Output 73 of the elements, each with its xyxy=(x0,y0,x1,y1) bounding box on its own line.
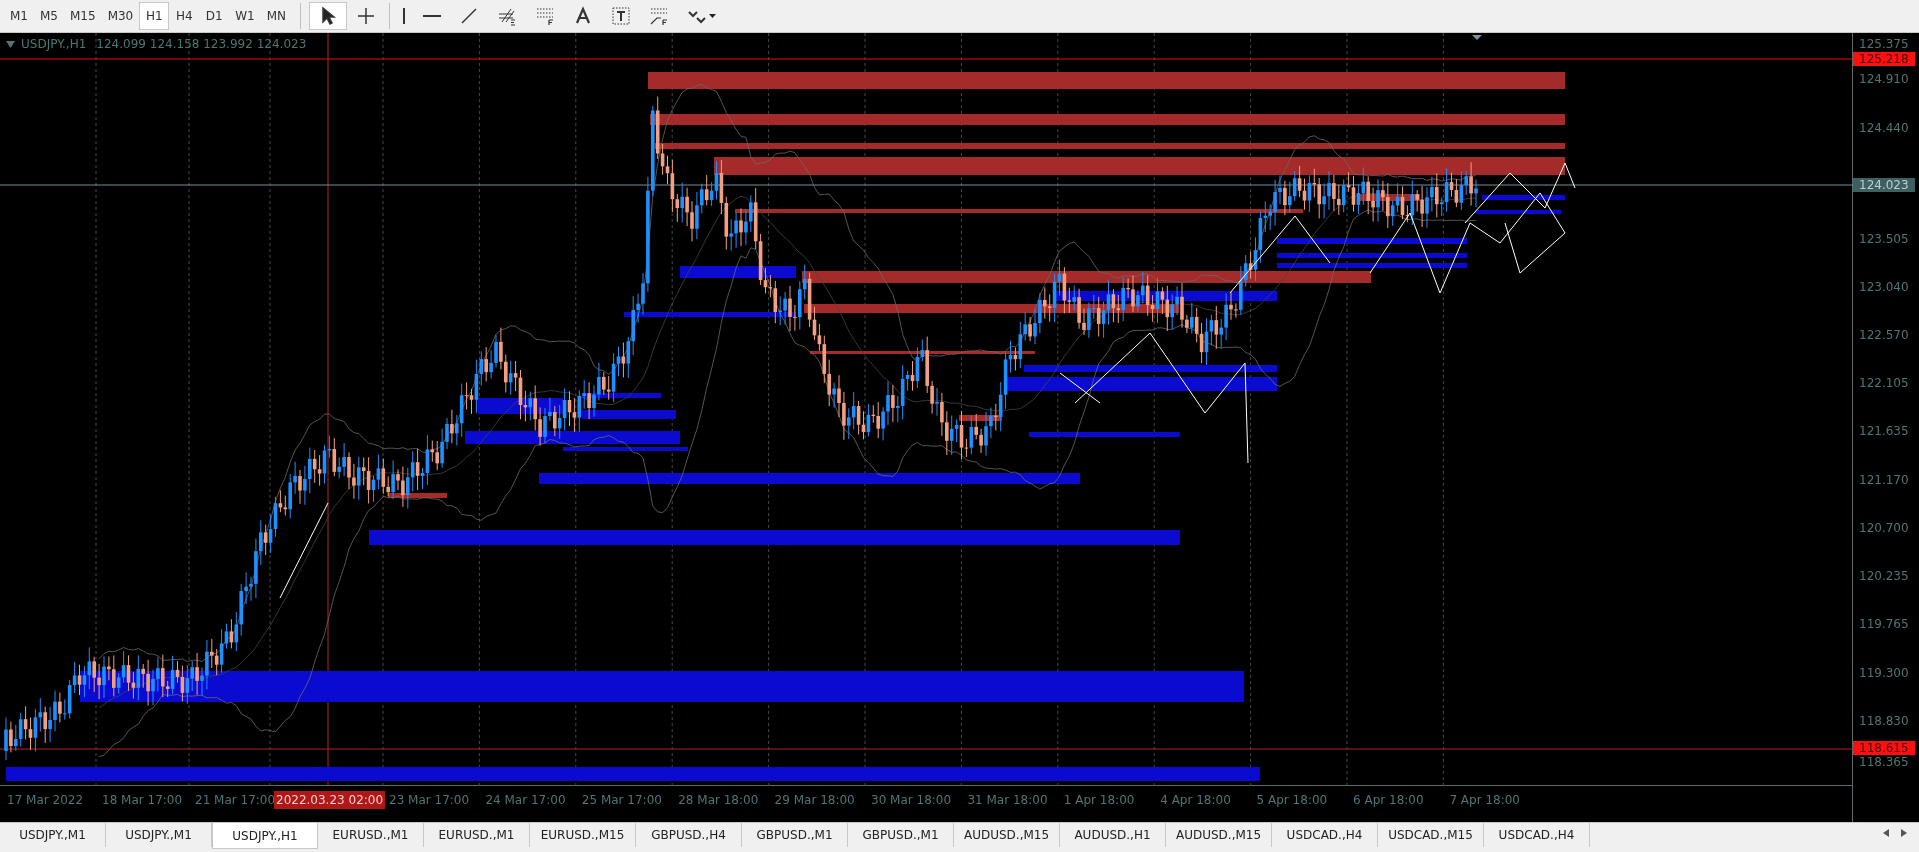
chart-tab[interactable]: EURUSD.,M1 xyxy=(318,823,424,847)
chart-tab[interactable]: GBPUSD.,M1 xyxy=(742,823,848,847)
timeframe-button[interactable]: H4 xyxy=(169,2,200,30)
chart-tab[interactable]: EURUSD.,M1 xyxy=(424,823,530,847)
timeframe-button[interactable]: M15 xyxy=(64,2,102,30)
chart-tab[interactable]: USDJPY.,H1 xyxy=(212,823,318,849)
price-axis-label: 122.570 xyxy=(1859,329,1909,341)
tool-button[interactable] xyxy=(309,2,348,30)
time-axis-label: 6 Apr 18:00 xyxy=(1352,792,1425,809)
horizontal-line-icon xyxy=(423,15,442,17)
time-axis-label: 23 Mar 17:00 xyxy=(388,792,471,809)
price-axis-label: 122.105 xyxy=(1859,377,1909,389)
collapse-triangle-icon[interactable] xyxy=(6,40,15,48)
timeframe-button[interactable]: W1 xyxy=(229,2,261,30)
timeframe-button[interactable]: M30 xyxy=(101,2,140,30)
time-axis-label: 2022.03.23 02:00 xyxy=(274,791,386,809)
text-label-icon xyxy=(611,6,632,26)
chart-tab[interactable]: AUDUSD.,H1 xyxy=(1060,823,1166,847)
price-axis-label: 121.170 xyxy=(1859,474,1909,486)
chart-tab[interactable]: AUDUSD.,M15 xyxy=(1166,823,1272,847)
fibonacci-levels-icon xyxy=(535,6,556,26)
price-axis-label: 125.375 xyxy=(1859,38,1909,50)
chart-tab[interactable]: USDCAD.,M15 xyxy=(1378,823,1484,847)
price-axis-label: 118.830 xyxy=(1859,715,1909,727)
fibonacci-channel-icon xyxy=(497,6,518,26)
price-axis-label: 124.440 xyxy=(1859,121,1909,134)
price-axis-label: 119.765 xyxy=(1859,618,1909,630)
time-axis-label: 31 Mar 18:00 xyxy=(966,792,1049,809)
price-axis-label: 121.635 xyxy=(1859,425,1909,437)
time-axis-label: 7 Apr 18:00 xyxy=(1448,792,1521,809)
symbol-label: USDJPY.,H1 xyxy=(21,36,87,53)
trendline-icon xyxy=(459,6,480,26)
price-axis-label: 120.700 xyxy=(1859,522,1909,534)
timeframe-button[interactable]: D1 xyxy=(199,2,230,30)
time-axis-label: 29 Mar 18:00 xyxy=(773,792,856,809)
time-axis-label: 1 Apr 18:00 xyxy=(1062,792,1136,809)
chart-tab[interactable]: USDJPY.,M1 xyxy=(0,823,106,847)
chart-tab[interactable]: USDCAD.,H4 xyxy=(1484,823,1590,847)
price-marker: 118.615 xyxy=(1853,741,1915,755)
time-axis-label: 24 Mar 17:00 xyxy=(484,792,567,809)
time-axis-label: 4 Apr 18:00 xyxy=(1159,792,1232,809)
fibonacci-fan-icon xyxy=(649,6,670,26)
time-axis-label: 28 Mar 18:00 xyxy=(677,792,760,809)
chart-tab[interactable]: EURUSD.,M15 xyxy=(530,823,636,847)
price-axis-label: 118.365 xyxy=(1859,756,1909,768)
scroll-left-icon[interactable] xyxy=(1883,829,1889,837)
time-axis-label: 30 Mar 18:00 xyxy=(870,792,953,809)
time-axis-label: 21 Mar 17:00 xyxy=(194,792,277,809)
time-axis-label: 18 Mar 17:00 xyxy=(101,792,184,809)
scroll-right-icon[interactable] xyxy=(1901,829,1907,837)
chart-shift-marker-icon[interactable] xyxy=(1472,35,1482,40)
price-axis-label: 123.040 xyxy=(1859,281,1909,293)
price-marker: 125.218 xyxy=(1853,52,1915,66)
chart-tab[interactable]: GBPUSD.,M1 xyxy=(848,823,954,847)
timeframe-button[interactable]: M5 xyxy=(34,2,64,30)
time-axis-label: 25 Mar 17:00 xyxy=(580,792,663,809)
chart-tab[interactable]: AUDUSD.,M15 xyxy=(954,823,1060,847)
price-marker: 124.023 xyxy=(1853,178,1915,192)
chart-tab[interactable]: USDCAD.,H4 xyxy=(1272,823,1378,847)
price-axis-label: 119.300 xyxy=(1859,667,1909,679)
chart-tab[interactable]: GBPUSD.,H4 xyxy=(636,823,742,847)
time-axis-label: 5 Apr 18:00 xyxy=(1255,792,1329,809)
vertical-line-icon xyxy=(403,8,406,24)
resistance-zone xyxy=(388,493,447,498)
time-axis-label: 17 Mar 2022 xyxy=(6,792,85,809)
price-axis-label: 123.505 xyxy=(1859,233,1909,245)
crosshair-icon xyxy=(356,6,377,26)
price-axis-label: 120.235 xyxy=(1859,570,1909,582)
timeframe-button[interactable]: MN xyxy=(260,2,293,30)
timeframe-button[interactable]: H1 xyxy=(139,2,170,30)
price-axis-label: 124.910 xyxy=(1859,73,1909,85)
timeframe-button[interactable]: M1 xyxy=(4,2,34,30)
ohlc-values: 124.099 124.158 123.992 124.023 xyxy=(96,36,307,53)
